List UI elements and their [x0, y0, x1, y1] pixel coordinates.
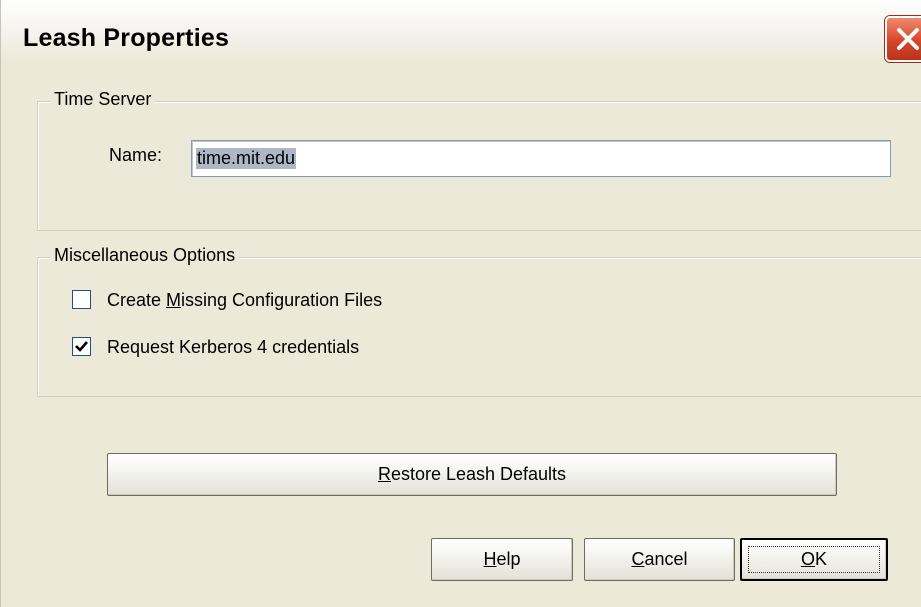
restore-leash-defaults-button[interactable]: Restore Leash Defaults [107, 453, 837, 496]
name-label: Name: [109, 145, 163, 165]
time-server-name-input[interactable]: time.mit.edu [191, 140, 891, 177]
cancel-button[interactable]: Cancel [584, 538, 735, 581]
create-missing-config-label[interactable]: Create Missing Configuration Files [107, 290, 382, 311]
close-button[interactable] [885, 16, 921, 62]
mnemonic-m: M [166, 290, 182, 310]
window-title: Leash Properties [23, 24, 230, 52]
help-button[interactable]: Help [431, 538, 573, 581]
request-kerberos4-label[interactable]: Request Kerberos 4 credentials [107, 337, 359, 358]
close-x-icon [897, 28, 919, 50]
time-server-legend: Time Server [50, 89, 156, 110]
request-kerberos4-checkbox[interactable] [72, 337, 91, 356]
leash-properties-dialog: Leash Properties Time Server Name: time.… [0, 0, 921, 607]
title-bar[interactable]: Leash Properties [1, 0, 921, 62]
create-missing-config-checkbox[interactable] [72, 290, 91, 309]
misc-options-legend: Miscellaneous Options [50, 245, 240, 266]
checkmark-icon [75, 341, 88, 352]
ok-button[interactable]: OK [740, 538, 888, 581]
time-server-name-value: time.mit.edu [196, 148, 297, 169]
misc-options-group: Miscellaneous Options [37, 245, 921, 397]
